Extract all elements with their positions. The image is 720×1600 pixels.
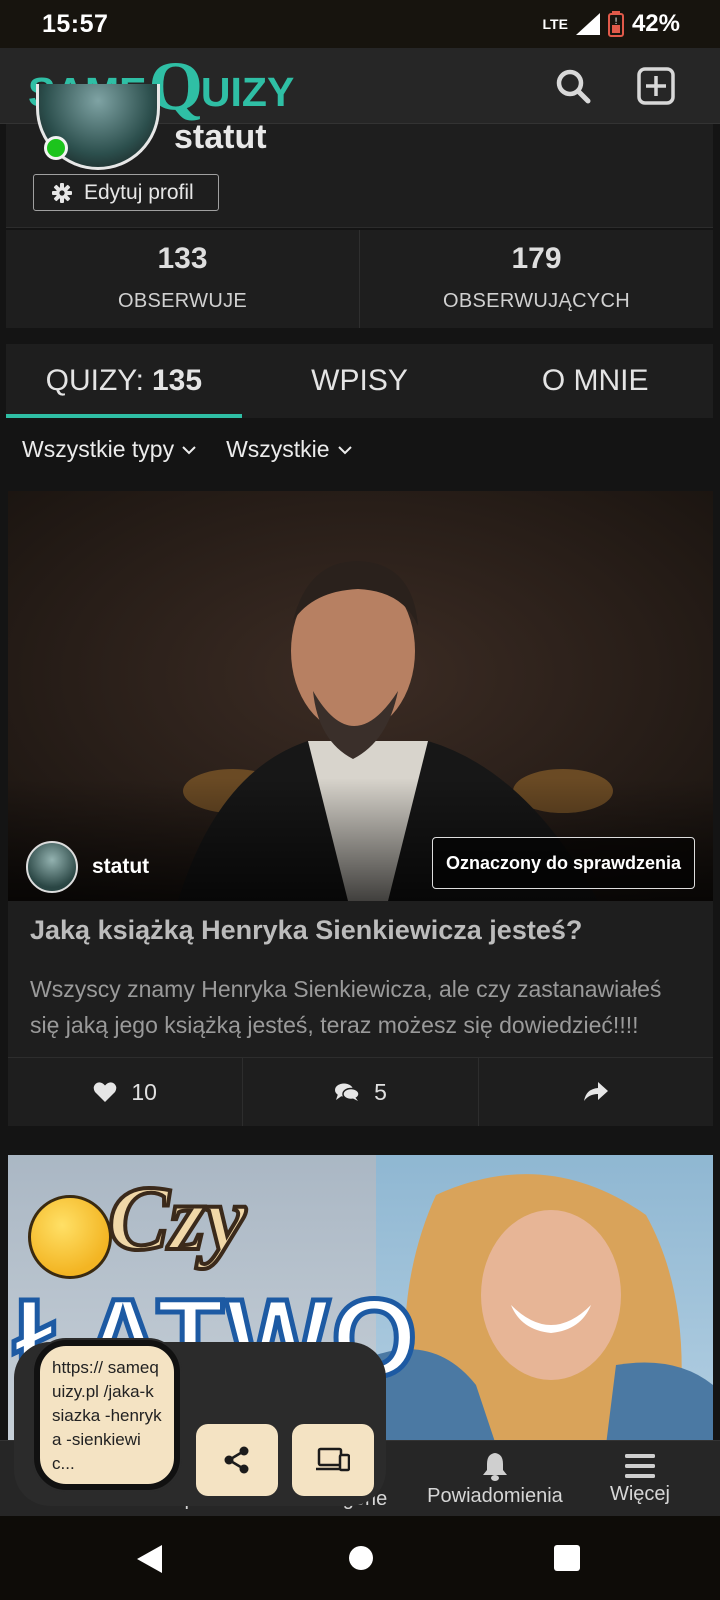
like-button[interactable]: 10 bbox=[8, 1058, 242, 1126]
copied-url-preview[interactable]: https:// samequizy.pl /jaka-ksiazka -hen… bbox=[34, 1340, 180, 1490]
type-filter-dropdown[interactable]: Wszystkie typy bbox=[22, 436, 196, 463]
comments-button[interactable]: 5 bbox=[242, 1058, 477, 1126]
smiling-woman-photo bbox=[376, 1174, 713, 1445]
nav-more-label: Więcej bbox=[609, 1482, 670, 1505]
tab-posts-label: WPISY bbox=[311, 364, 408, 397]
network-type: LTE bbox=[542, 16, 568, 32]
svg-text:!: ! bbox=[614, 17, 618, 27]
nav-item-notifications[interactable]: Powiadomienia bbox=[420, 1441, 570, 1517]
following-count: 133 bbox=[157, 242, 208, 275]
comment-count: 5 bbox=[374, 1078, 387, 1105]
quiz-card[interactable]: statut Oznaczony do sprawdzenia Jaką ksi… bbox=[8, 491, 713, 1126]
following-stat[interactable]: 133 OBSERWUJE bbox=[6, 230, 359, 328]
devices-icon bbox=[316, 1447, 350, 1472]
like-count: 10 bbox=[131, 1078, 157, 1105]
tab-quizzes[interactable]: QUIZY: 135 bbox=[6, 344, 242, 418]
link-share-popup: https:// samequizy.pl /jaka-ksiazka -hen… bbox=[14, 1340, 386, 1506]
followers-count: 179 bbox=[511, 242, 562, 275]
quiz-author[interactable]: statut bbox=[26, 841, 149, 893]
following-label: OBSERWUJE bbox=[117, 290, 248, 312]
review-status-badge: Oznaczony do sprawdzenia bbox=[431, 837, 695, 889]
chevron-down-icon bbox=[337, 445, 352, 454]
share-icon bbox=[224, 1446, 249, 1474]
tab-posts[interactable]: WPISY bbox=[242, 344, 478, 418]
recents-icon[interactable] bbox=[554, 1545, 580, 1571]
tab-quizzes-count: 135 bbox=[151, 364, 203, 397]
battery-icon: ! bbox=[607, 11, 624, 37]
quiz2-image-text-1: Czy bbox=[106, 1165, 248, 1271]
signal-icon bbox=[575, 13, 600, 35]
share-arrow-icon bbox=[583, 1082, 608, 1101]
gear-icon bbox=[52, 182, 72, 203]
heart-icon bbox=[94, 1082, 117, 1102]
author-avatar bbox=[26, 841, 78, 893]
scope-filter-dropdown[interactable]: Wszystkie bbox=[226, 436, 352, 463]
tab-about-label: O MNIE bbox=[541, 364, 649, 397]
profile-tabs: QUIZY: 135 WPISY O MNIE bbox=[6, 344, 713, 418]
quiz-title[interactable]: Jaką książką Henryka Sienkiewicza jesteś… bbox=[30, 915, 582, 946]
battery-percent: 42% bbox=[631, 10, 680, 37]
hamburger-menu-icon bbox=[625, 1453, 655, 1478]
logo-part2: UIZY bbox=[200, 69, 295, 115]
share-button[interactable] bbox=[477, 1058, 713, 1126]
edit-profile-label: Edytuj profil bbox=[84, 180, 194, 204]
search-icon[interactable] bbox=[553, 66, 593, 106]
profile-card: statut Edytuj profil bbox=[6, 84, 713, 228]
home-icon[interactable] bbox=[348, 1545, 374, 1571]
followers-stat[interactable]: 179 OBSERWUJĄCYCH bbox=[359, 230, 713, 328]
add-quiz-icon[interactable] bbox=[636, 66, 676, 106]
quiz-description: Wszyscy znamy Henryka Sienkiewicza, ale … bbox=[30, 976, 662, 1038]
filter-bar: Wszystkie typy Wszystkie bbox=[22, 436, 352, 463]
status-bar: 15:57 LTE ! 42% bbox=[0, 0, 720, 48]
quiz2-cover-photo bbox=[376, 1155, 713, 1445]
nav-item-more[interactable]: Więcej bbox=[590, 1441, 690, 1517]
laughing-emoji-icon bbox=[28, 1195, 112, 1279]
system-navigation-bar bbox=[0, 1516, 720, 1600]
author-name: statut bbox=[92, 855, 150, 878]
online-status-dot bbox=[44, 136, 68, 160]
back-icon[interactable] bbox=[136, 1544, 164, 1574]
share-link-button[interactable] bbox=[196, 1424, 278, 1496]
profile-stats: 133 OBSERWUJE 179 OBSERWUJĄCYCH bbox=[6, 230, 713, 328]
tab-quizzes-label: QUIZY: bbox=[45, 364, 144, 397]
followers-label: OBSERWUJĄCYCH bbox=[443, 290, 630, 312]
edit-profile-button[interactable]: Edytuj profil bbox=[33, 174, 219, 211]
screen: 15:57 LTE ! 42% SAME Q UIZY statut Edytu… bbox=[0, 0, 720, 1600]
status-time: 15:57 bbox=[42, 9, 109, 38]
tab-about[interactable]: O MNIE bbox=[477, 344, 713, 418]
quiz-actions: 10 5 bbox=[8, 1057, 713, 1126]
chevron-down-icon bbox=[182, 445, 196, 454]
bell-icon bbox=[483, 1452, 507, 1481]
profile-username: statut bbox=[174, 118, 267, 156]
send-to-device-button[interactable] bbox=[292, 1424, 374, 1496]
scope-filter-label: Wszystkie bbox=[226, 436, 330, 462]
status-indicators: LTE ! 42% bbox=[543, 10, 680, 38]
comments-icon bbox=[335, 1083, 360, 1101]
nav-notifications-label: Powiadomienia bbox=[427, 1484, 563, 1507]
type-filter-label: Wszystkie typy bbox=[22, 436, 175, 462]
